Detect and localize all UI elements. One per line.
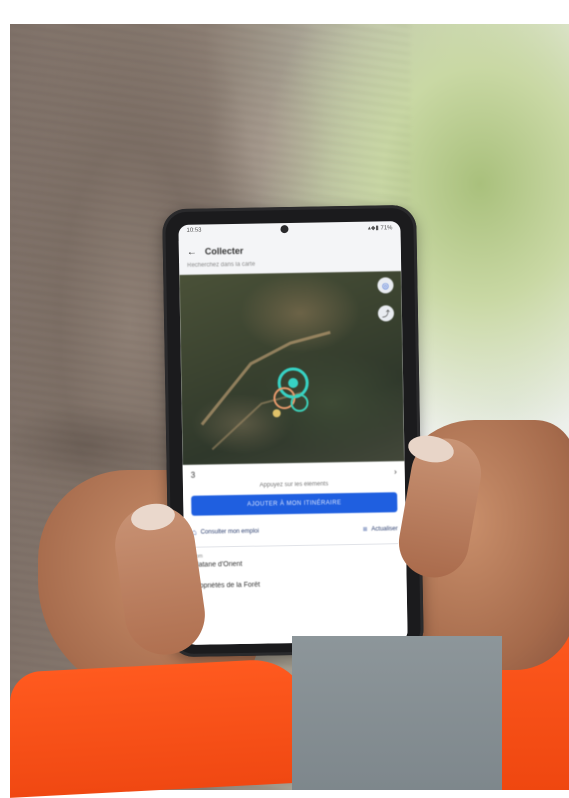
consult-label: Consulter mon emploi: [200, 528, 259, 536]
panel-caption: Appuyez sur les éléments: [259, 481, 329, 489]
refresh-action[interactable]: ≡ Actualiser: [363, 524, 398, 534]
satellite-map[interactable]: ◎ ⤴: [179, 271, 405, 465]
reflective-stripe: [292, 636, 502, 790]
selected-tree-dot: [288, 377, 299, 388]
front-camera: [280, 225, 289, 234]
field-value: Platane d'Orient: [192, 560, 243, 569]
tree-marker-3[interactable]: [272, 409, 281, 418]
app-title: Collecter: [204, 245, 244, 257]
selection-summary[interactable]: 3 ›: [191, 467, 397, 480]
map-path-secondary: [211, 391, 302, 451]
consult-action[interactable]: ⌂ Consulter mon emploi: [192, 527, 259, 537]
action-row: ⌂ Consulter mon emploi ≡ Actualiser: [192, 524, 398, 537]
status-time: 10:53: [186, 227, 202, 234]
map-path: [200, 330, 331, 426]
map-overlay: [200, 330, 331, 451]
refresh-label: Actualiser: [371, 525, 398, 533]
divider: [192, 543, 398, 548]
selection-count: 3: [190, 470, 196, 480]
hi-vis-jacket-left-sleeve: [10, 657, 310, 798]
filter-icon: ≡: [362, 524, 368, 534]
field-properties[interactable]: Propriétés de la Forêt: [193, 579, 399, 590]
add-to-itinerary-button[interactable]: AJOUTER À MON ITINÉRAIRE: [191, 492, 398, 516]
chevron-right-icon: ›: [393, 467, 397, 477]
bottom-panel: 3 › Appuyez sur les éléments AJOUTER À M…: [182, 461, 408, 645]
status-icons: ▴◆▮ 71%: [367, 225, 393, 232]
arrow-back-icon[interactable]: ←: [187, 246, 197, 257]
phone-screen: 10:53 ▴◆▮ 71% ← Collecter Recherchez dan…: [178, 221, 408, 645]
